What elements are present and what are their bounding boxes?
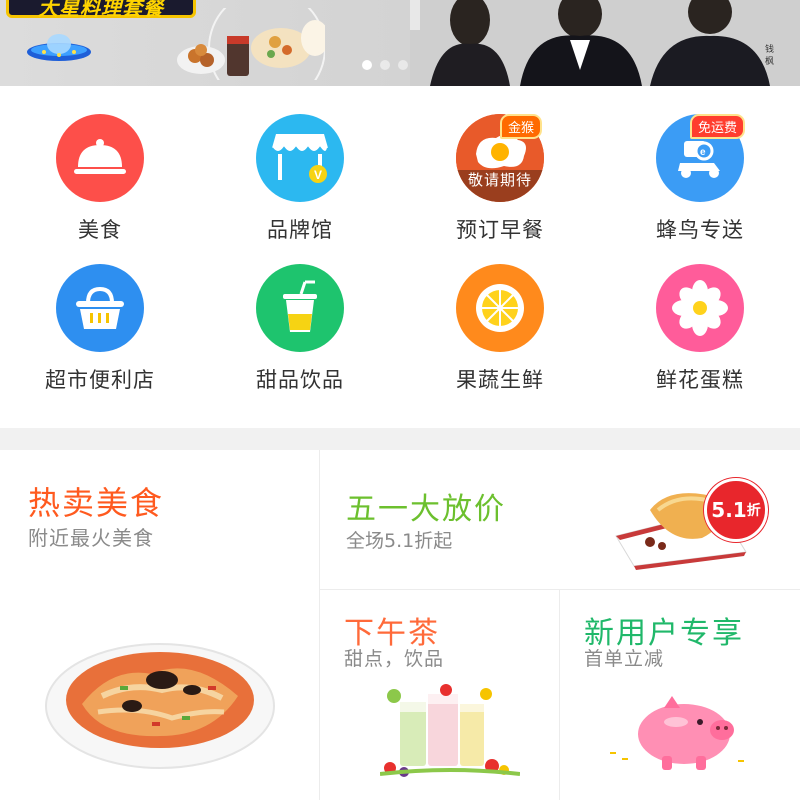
discount-value: 5.1 [711, 498, 747, 522]
basket-icon [56, 264, 144, 352]
cloche-icon [56, 114, 144, 202]
category-label: 果蔬生鲜 [456, 368, 544, 392]
hot-food-title: 热卖美食 [28, 484, 165, 522]
banner-pagination[interactable] [362, 60, 408, 70]
category-grid: 美食 V 品牌馆 敬请期待 预订早餐 e 蜂鸟专送 超市便利店 甜品饮品 果蔬生… [0, 86, 800, 428]
svg-text:e: e [700, 147, 706, 158]
new-user-card[interactable]: 新用户专享 首单立减 [560, 590, 800, 800]
promo-section: 热卖美食 附近最火美食 五一大放价 全场5.1折起 5.1 折 下午茶 甜点，饮… [0, 450, 800, 800]
svg-text:V: V [314, 168, 322, 182]
banner-headline-badge: 大星料理套餐 [6, 0, 196, 20]
storefront-icon: V [256, 114, 344, 202]
category-flowers-cakes[interactable]: 鲜花蛋糕 [600, 236, 800, 392]
banner-dot[interactable] [380, 60, 390, 70]
piggy-bank-image [610, 696, 744, 770]
promo-banner[interactable]: 大星料理套餐 钱 枫 [0, 0, 800, 86]
noodle-dish-image [45, 643, 275, 769]
ufo-icon [27, 34, 91, 61]
category-fengniao-delivery[interactable]: e 蜂鸟专送 [600, 86, 800, 242]
free-delivery-tag: 免运费 [690, 114, 746, 139]
discount-unit: 折 [746, 503, 761, 519]
flower-icon [656, 264, 744, 352]
category-label: 甜品饮品 [256, 368, 344, 392]
gold-monkey-tag: 金猴 [500, 114, 543, 139]
category-label: 超市便利店 [45, 368, 155, 392]
may-day-title: 五一大放价 [346, 492, 506, 527]
hot-food-subtitle: 附近最火美食 [28, 526, 154, 550]
category-supermarket[interactable]: 超市便利店 [0, 236, 200, 392]
svg-text:钱: 钱 [765, 43, 774, 54]
drink-cup-icon [256, 264, 344, 352]
may-day-subtitle: 全场5.1折起 [346, 530, 453, 552]
may-day-sale-card[interactable]: 五一大放价 全场5.1折起 5.1 折 [320, 450, 800, 589]
banner-headline: 大星料理套餐 [38, 0, 164, 20]
banner-dot[interactable] [398, 60, 408, 70]
category-fruit-vegetables[interactable]: 果蔬生鲜 [400, 236, 600, 392]
banner-food-image [177, 8, 325, 80]
svg-text:枫: 枫 [765, 55, 774, 66]
banner-dot[interactable] [362, 60, 372, 70]
discount-badge: 5.1 折 [704, 478, 768, 542]
category-food[interactable]: 美食 [0, 86, 200, 242]
category-breakfast-preorder[interactable]: 敬请期待 预订早餐 [400, 86, 600, 242]
banner-people-image: 钱 枫 [410, 0, 800, 86]
afternoon-tea-card[interactable]: 下午茶 甜点，饮品 [320, 590, 559, 800]
new-user-subtitle: 首单立减 [584, 648, 665, 670]
coming-soon-overlay: 敬请期待 [467, 171, 532, 189]
afternoon-tea-subtitle: 甜点，饮品 [344, 648, 445, 670]
hot-food-card[interactable]: 热卖美食 附近最火美食 [0, 450, 319, 800]
category-brand-hall[interactable]: V 品牌馆 [200, 86, 400, 242]
category-label: 鲜花蛋糕 [656, 368, 744, 392]
category-desserts-drinks[interactable]: 甜品饮品 [200, 236, 400, 392]
smoothie-drinks-image [380, 684, 520, 777]
lemon-slice-icon [456, 264, 544, 352]
